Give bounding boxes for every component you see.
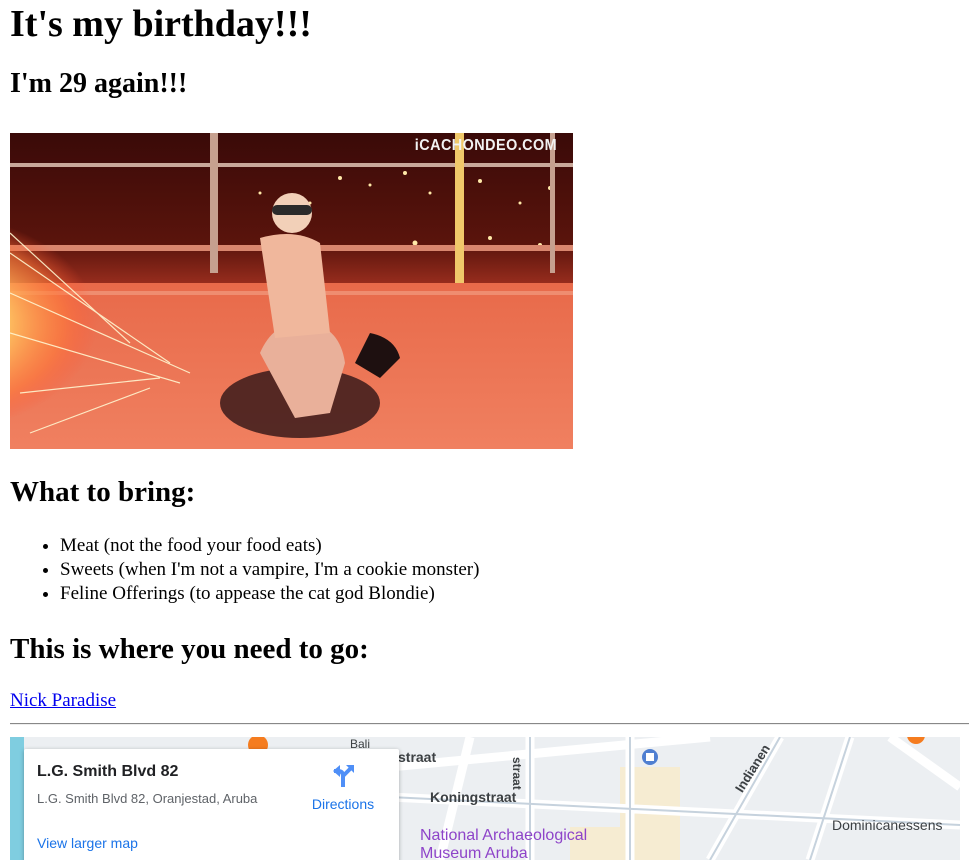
place-link[interactable]: Nick Paradise xyxy=(10,690,116,712)
directions-icon xyxy=(330,765,356,793)
page-body: It's my birthday!!! I'm 29 again!!! xyxy=(0,0,969,100)
list-item: Sweets (when I'm not a vampire, I'm a co… xyxy=(60,558,479,582)
map-label-straat: straat xyxy=(398,749,437,765)
map-label-koningstraat: Koningstraat xyxy=(430,789,517,805)
bring-heading: What to bring: xyxy=(10,476,196,508)
list-item: Feline Offerings (to appease the cat god… xyxy=(60,582,479,606)
map-label-museum-2: Museum Aruba xyxy=(420,845,528,860)
directions-label: Directions xyxy=(311,796,375,812)
birthday-gif-image: iCACHONDEO.COM xyxy=(10,133,573,449)
card-address: L.G. Smith Blvd 82, Oranjestad, Aruba xyxy=(37,791,258,806)
embedded-map[interactable]: straat Bali straat Koningstraat National… xyxy=(10,737,960,860)
location-heading: This is where you need to go: xyxy=(10,633,369,665)
map-label-straat-vertical: straat xyxy=(510,757,524,790)
watermark-text: iCACHONDEO.COM xyxy=(414,137,557,154)
list-item: Meat (not the food your food eats) xyxy=(60,534,479,558)
page-subtitle: I'm 29 again!!! xyxy=(10,68,188,99)
map-info-card: L.G. Smith Blvd 82 L.G. Smith Blvd 82, O… xyxy=(24,749,399,860)
directions-button[interactable]: Directions xyxy=(307,763,379,812)
map-label-dominicanessen: Dominicanessens xyxy=(832,817,943,833)
bring-list: Meat (not the food your food eats) Sweet… xyxy=(10,534,479,606)
map-label-museum-1: National Archaeological xyxy=(420,827,588,844)
divider xyxy=(10,723,969,725)
page-title: It's my birthday!!! xyxy=(10,3,312,45)
view-larger-map-link[interactable]: View larger map xyxy=(37,835,138,851)
card-title: L.G. Smith Blvd 82 xyxy=(37,763,179,780)
